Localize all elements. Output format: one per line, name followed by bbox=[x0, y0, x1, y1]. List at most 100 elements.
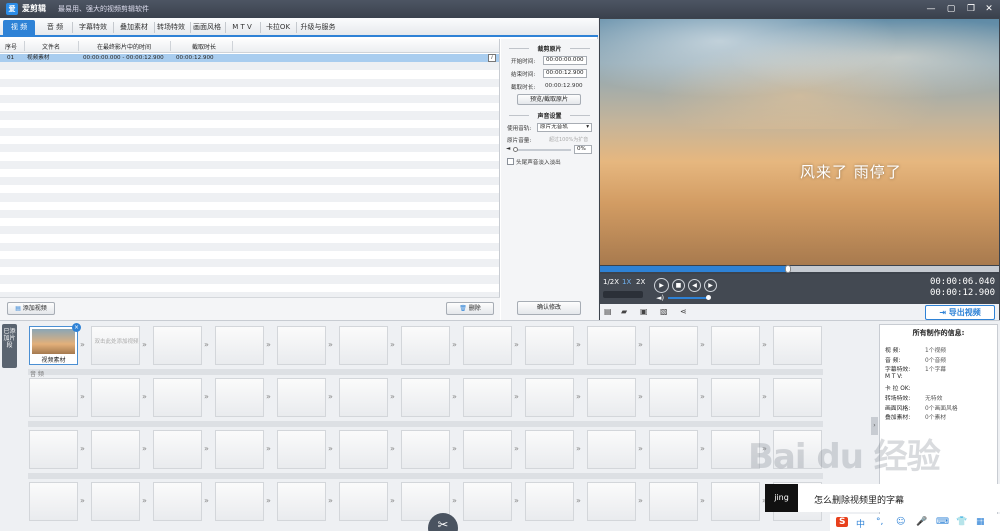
empty-clip-slot[interactable] bbox=[153, 482, 202, 521]
seek-bar[interactable] bbox=[600, 265, 999, 273]
empty-clip-slot[interactable] bbox=[463, 378, 512, 417]
empty-clip-slot[interactable] bbox=[277, 482, 326, 521]
minimize-button[interactable]: ▢ bbox=[942, 2, 960, 16]
empty-clip-slot[interactable] bbox=[463, 430, 512, 469]
empty-clip-slot[interactable] bbox=[215, 482, 264, 521]
skin-button[interactable]: — bbox=[922, 2, 940, 16]
table-row[interactable]: 01 视频素材 00:00:00.000 - 00:00:12.900 00:0… bbox=[0, 54, 499, 63]
restore-button[interactable]: ❐ bbox=[962, 2, 980, 16]
empty-clip-slot[interactable] bbox=[29, 378, 78, 417]
confirm-button[interactable]: 确认修改 bbox=[517, 301, 581, 315]
speed-1x[interactable]: 1X bbox=[622, 278, 631, 286]
speed-slider[interactable] bbox=[603, 291, 643, 298]
empty-clip-slot[interactable] bbox=[525, 482, 574, 521]
keyboard-icon[interactable]: ⌨ bbox=[936, 517, 949, 527]
end-time-field[interactable]: 00:00:12.900 bbox=[543, 69, 587, 78]
empty-clip-slot[interactable] bbox=[277, 378, 326, 417]
empty-clip-slot[interactable] bbox=[277, 326, 326, 365]
empty-clip-slot[interactable] bbox=[29, 430, 78, 469]
empty-clip-slot[interactable] bbox=[215, 326, 264, 365]
added-clips-tab[interactable]: 已添加片段 bbox=[2, 324, 17, 368]
emoji-icon[interactable]: ☺ bbox=[896, 517, 905, 527]
add-clip-slot[interactable]: 双击此处添加视频 bbox=[91, 326, 140, 365]
export-video-button[interactable]: ⇥ 导出视频 bbox=[925, 305, 995, 320]
empty-clip-slot[interactable] bbox=[91, 482, 140, 521]
tab-karaoke[interactable]: 卡拉OK bbox=[262, 20, 294, 35]
col-duration[interactable]: 截取时长 bbox=[192, 42, 216, 51]
tab-style[interactable]: 画面风格 bbox=[189, 20, 225, 35]
empty-clip-slot[interactable] bbox=[649, 326, 698, 365]
prev-frame-icon[interactable]: ◀ bbox=[688, 279, 701, 292]
info-icon[interactable]: i bbox=[488, 54, 496, 62]
share-icon[interactable]: ⋖ bbox=[680, 307, 687, 316]
tab-audio[interactable]: 音 频 bbox=[40, 20, 70, 35]
stop-icon[interactable]: ■ bbox=[672, 279, 685, 292]
save-project-icon[interactable]: ▣ bbox=[640, 307, 648, 316]
sogou-icon[interactable]: S bbox=[836, 517, 849, 527]
volume-knob[interactable] bbox=[513, 147, 518, 152]
empty-clip-slot[interactable] bbox=[773, 378, 822, 417]
empty-clip-slot[interactable] bbox=[711, 378, 760, 417]
empty-clip-slot[interactable] bbox=[277, 430, 326, 469]
empty-clip-slot[interactable] bbox=[463, 326, 512, 365]
mic-icon[interactable]: 🎤 bbox=[916, 517, 927, 527]
empty-clip-slot[interactable] bbox=[153, 430, 202, 469]
empty-clip-slot[interactable] bbox=[525, 326, 574, 365]
tab-transition[interactable]: 转场特效 bbox=[153, 20, 189, 35]
empty-clip-slot[interactable] bbox=[525, 430, 574, 469]
empty-clip-slot[interactable] bbox=[401, 378, 450, 417]
empty-clip-slot[interactable] bbox=[587, 430, 636, 469]
play-icon[interactable]: ▶ bbox=[654, 278, 669, 293]
help-icon[interactable]: ▧ bbox=[660, 307, 668, 316]
fade-checkbox[interactable] bbox=[507, 158, 514, 165]
col-filename[interactable]: 文件名 bbox=[42, 42, 60, 51]
empty-clip-slot[interactable] bbox=[525, 378, 574, 417]
delete-button[interactable]: 🗑 删除 bbox=[446, 302, 494, 315]
empty-clip-slot[interactable] bbox=[339, 326, 388, 365]
empty-clip-slot[interactable] bbox=[587, 378, 636, 417]
add-video-button[interactable]: ▤ 添加视频 bbox=[7, 302, 55, 315]
tab-subtitle[interactable]: 字幕特效 bbox=[75, 20, 111, 35]
punctuation-icon[interactable]: °, bbox=[876, 517, 883, 527]
seek-handle[interactable] bbox=[784, 265, 791, 273]
toolbox-icon[interactable]: ▦ bbox=[976, 517, 985, 527]
empty-clip-slot[interactable] bbox=[587, 326, 636, 365]
empty-clip-slot[interactable] bbox=[215, 378, 264, 417]
tab-overlay[interactable]: 叠加素材 bbox=[116, 20, 152, 35]
empty-clip-slot[interactable] bbox=[215, 430, 264, 469]
empty-clip-slot[interactable] bbox=[773, 326, 822, 365]
empty-clip-slot[interactable] bbox=[339, 430, 388, 469]
tab-upgrade[interactable]: 升级与服务 bbox=[297, 20, 339, 35]
empty-clip-slot[interactable] bbox=[587, 482, 636, 521]
empty-clip-slot[interactable] bbox=[711, 326, 760, 365]
empty-clip-slot[interactable] bbox=[463, 482, 512, 521]
player-volume-slider[interactable] bbox=[668, 295, 711, 300]
empty-clip-slot[interactable] bbox=[649, 378, 698, 417]
col-time[interactable]: 在最终影片中的时间 bbox=[97, 42, 151, 51]
preview-clip-button[interactable]: 预览/截取原片 bbox=[517, 94, 581, 105]
empty-clip-slot[interactable] bbox=[29, 482, 78, 521]
speed-2x[interactable]: 2X bbox=[636, 278, 645, 286]
scissor-icon[interactable]: ✂ bbox=[428, 513, 458, 531]
track-select[interactable]: 原片无音轨 ▾ bbox=[537, 123, 592, 132]
open-folder-icon[interactable]: ▰ bbox=[621, 307, 627, 316]
tab-video[interactable]: 视 频 bbox=[3, 20, 35, 35]
volume-slider[interactable] bbox=[513, 147, 571, 152]
player-volume-knob[interactable] bbox=[706, 295, 711, 300]
col-no[interactable]: 序号 bbox=[5, 42, 17, 51]
empty-clip-slot[interactable] bbox=[153, 326, 202, 365]
empty-clip-slot[interactable] bbox=[711, 482, 760, 521]
close-button[interactable]: ✕ bbox=[980, 2, 998, 16]
empty-clip-slot[interactable] bbox=[401, 326, 450, 365]
tab-mtv[interactable]: M T V bbox=[227, 20, 257, 35]
volume-field[interactable]: 0% bbox=[574, 145, 592, 154]
empty-clip-slot[interactable] bbox=[649, 482, 698, 521]
empty-clip-slot[interactable] bbox=[339, 482, 388, 521]
empty-clip-slot[interactable] bbox=[91, 430, 140, 469]
speed-half[interactable]: 1/2X bbox=[603, 278, 619, 286]
empty-clip-slot[interactable] bbox=[339, 378, 388, 417]
empty-clip-slot[interactable] bbox=[649, 430, 698, 469]
start-time-field[interactable]: 00:00:00.000 bbox=[543, 56, 587, 65]
empty-clip-slot[interactable] bbox=[153, 378, 202, 417]
video-preview[interactable]: 风来了 雨停了 bbox=[600, 19, 999, 265]
